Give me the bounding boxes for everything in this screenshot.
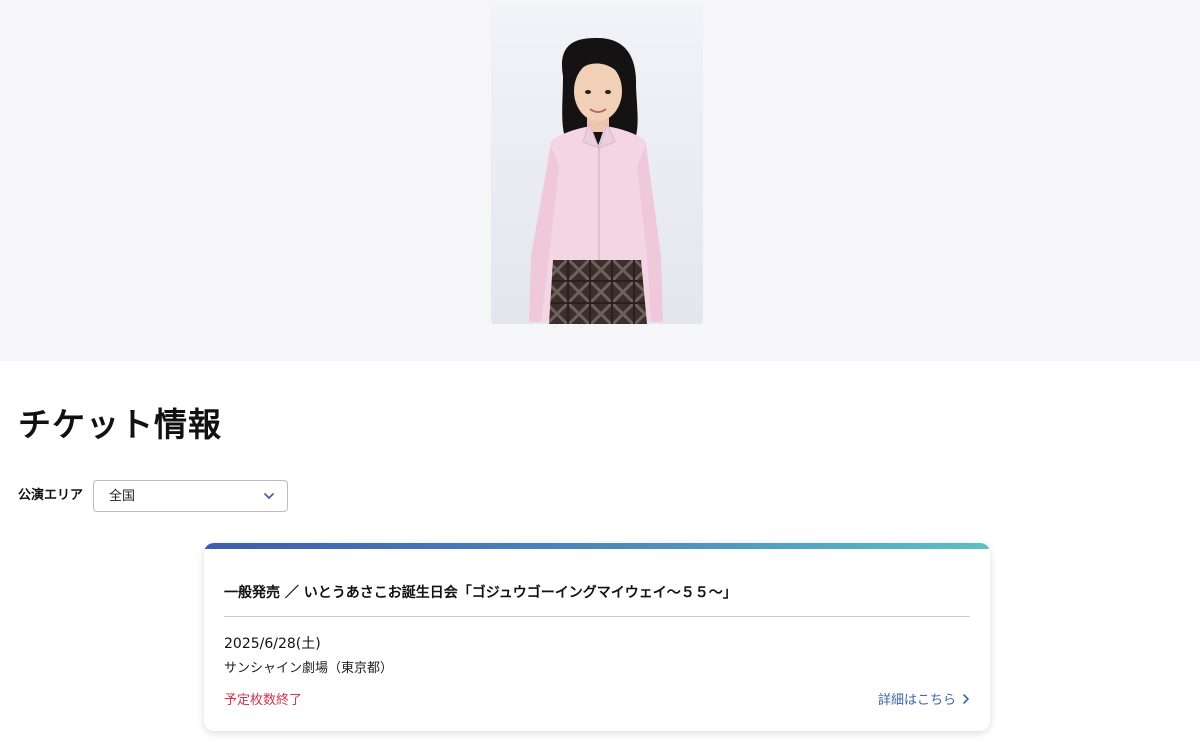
hero-banner xyxy=(0,0,1200,361)
ticket-event-title: 一般発売 ／ いとうあさこお誕生日会「ゴジュウゴーイングマイウェイ〜５５〜」 xyxy=(224,585,737,601)
area-select-value: 全国 xyxy=(109,489,136,504)
area-filter-label: 公演エリア xyxy=(18,488,84,503)
event-date: 2025/6/28(土) xyxy=(224,636,321,652)
chevron-down-icon xyxy=(264,493,274,499)
page-title: チケット情報 xyxy=(18,405,222,444)
area-select-dropdown[interactable]: 全国 xyxy=(93,480,288,512)
ticket-card: 一般発売 ／ いとうあさこお誕生日会「ゴジュウゴーイングマイウェイ〜５５〜」 2… xyxy=(204,543,990,731)
card-divider xyxy=(224,616,970,617)
event-venue: サンシャイン劇場（東京都） xyxy=(224,661,394,676)
card-accent-bar xyxy=(204,543,990,549)
details-link[interactable]: 詳細はこちら xyxy=(878,691,970,711)
portrait-photo xyxy=(491,6,703,324)
sales-status: 予定枚数終了 xyxy=(224,693,303,708)
details-link-label: 詳細はこちら xyxy=(878,693,957,708)
chevron-right-icon xyxy=(963,694,969,704)
